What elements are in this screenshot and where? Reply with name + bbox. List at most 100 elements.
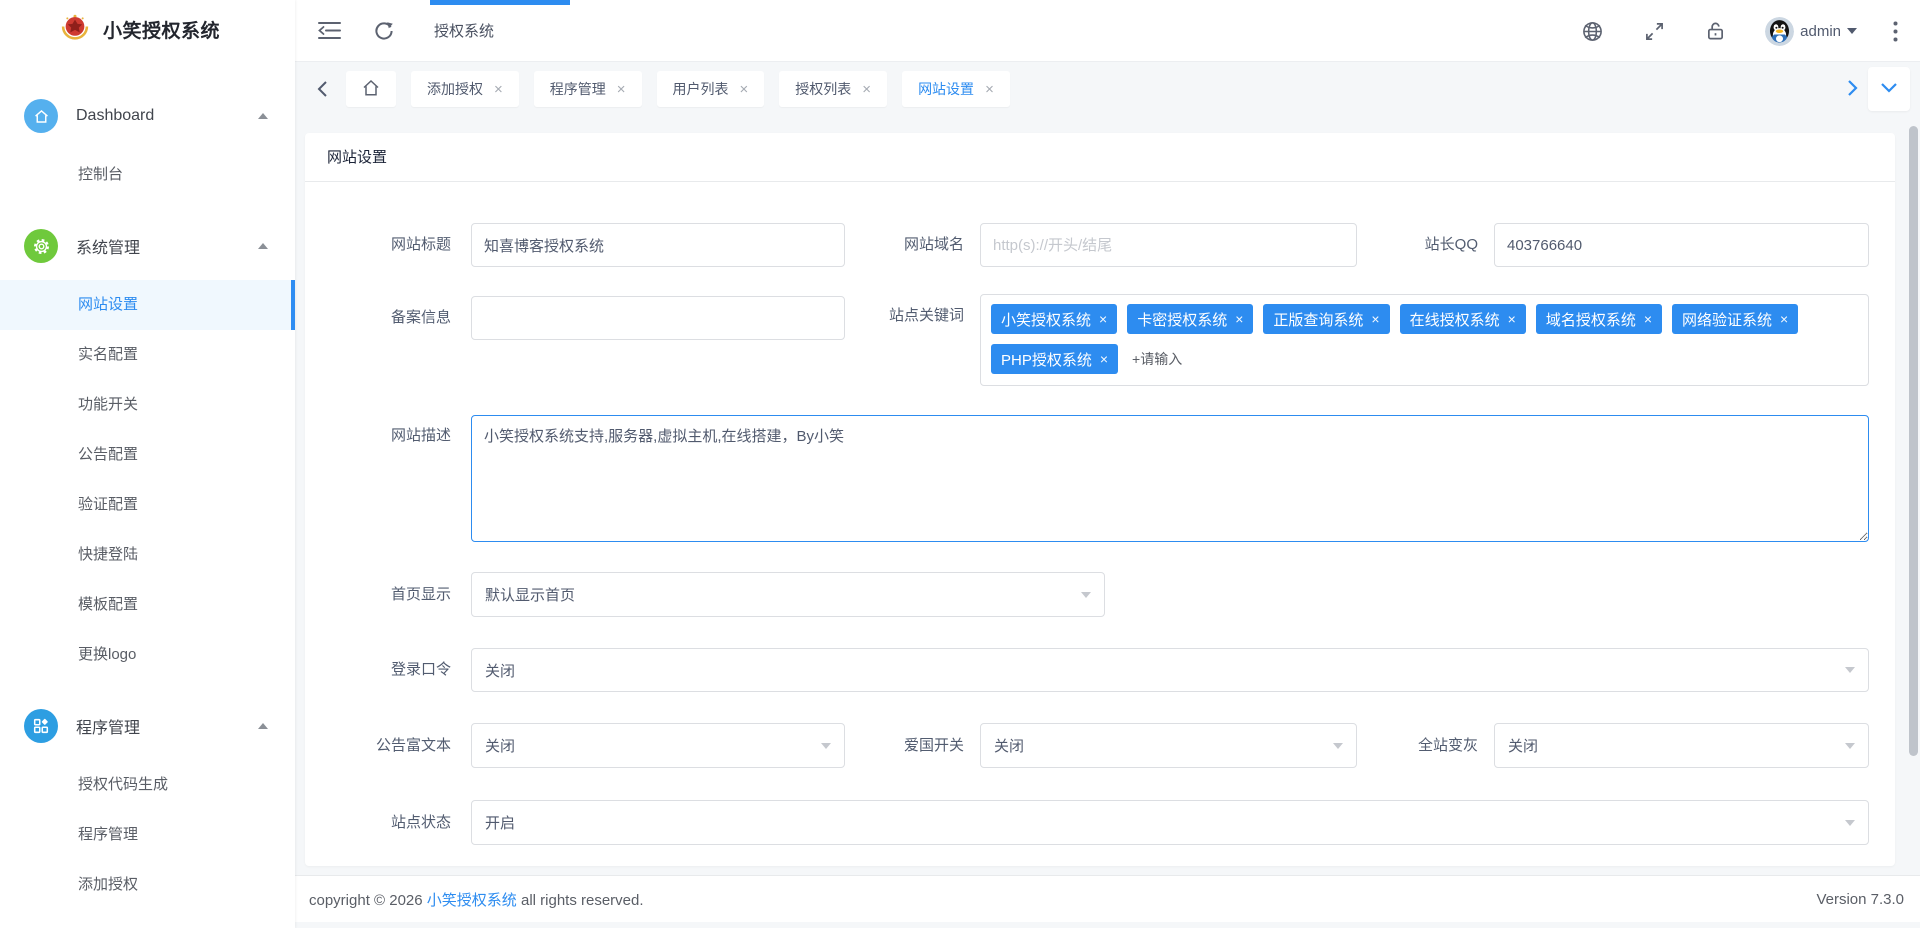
refresh-icon[interactable]: [374, 21, 394, 41]
sidebar-group-label: Dashboard: [76, 107, 258, 125]
version-label: Version 7.3.0: [1816, 891, 1904, 908]
tab-bar: 添加授权 程序管理 用户列表 授权列表 网站设置: [295, 62, 1920, 116]
sidebar-item-feature-switch[interactable]: 功能开关: [0, 380, 295, 430]
top-bar: 授权系统: [295, 0, 1920, 62]
breadcrumb[interactable]: 授权系统: [434, 20, 494, 41]
sidebar-item-program-manage[interactable]: 程序管理: [0, 810, 295, 860]
sidebar-item-announcement-config[interactable]: 公告配置: [0, 430, 295, 480]
site-domain-input[interactable]: [980, 223, 1357, 267]
top-right-actions: admin: [1582, 0, 1920, 62]
tab-label: 添加授权: [427, 79, 483, 99]
sidebar-item-realname-config[interactable]: 实名配置: [0, 330, 295, 380]
announcement-richtext-select[interactable]: 关闭: [471, 723, 845, 768]
site-title-input[interactable]: [471, 223, 845, 267]
home-icon: [24, 99, 58, 133]
kebab-menu-icon[interactable]: [1893, 21, 1898, 42]
sidebar-item-console[interactable]: 控制台: [0, 150, 295, 200]
chevron-left-icon[interactable]: [317, 80, 328, 98]
home-display-value: 默认显示首页: [485, 584, 575, 605]
sidebar: 小笑授权系统 Dashboard 控制台 系统管: [0, 0, 295, 928]
close-icon[interactable]: [740, 82, 749, 97]
keyword-tag[interactable]: 卡密授权系统: [1127, 304, 1253, 334]
close-icon[interactable]: [1235, 312, 1243, 327]
keyword-tag[interactable]: 网络验证系统: [1672, 304, 1798, 334]
blocks-icon: [24, 709, 58, 743]
caret-up-icon: [258, 113, 268, 119]
home-display-select[interactable]: 默认显示首页: [471, 572, 1105, 617]
keyword-tag-label: 卡密授权系统: [1137, 309, 1227, 330]
tab-label: 网站设置: [918, 79, 974, 99]
sidebar-item-add-auth[interactable]: 添加授权: [0, 860, 295, 910]
chevron-down-icon: [1880, 80, 1898, 98]
globe-icon[interactable]: [1582, 21, 1603, 42]
close-icon[interactable]: [1780, 312, 1788, 327]
system-sublist: 网站设置 实名配置 功能开关 公告配置 验证配置 快捷登陆 模板配置 更换log…: [0, 280, 295, 680]
keyword-tag[interactable]: 正版查询系统: [1263, 304, 1389, 334]
sidebar-group-program[interactable]: 程序管理: [0, 698, 295, 754]
tab-label: 授权列表: [795, 79, 851, 99]
tab-program-manage[interactable]: 程序管理: [534, 71, 642, 107]
site-qq-input[interactable]: [1494, 223, 1869, 267]
tab-site-settings[interactable]: 网站设置: [902, 71, 1010, 107]
tab-label: 用户列表: [673, 79, 729, 99]
tab-list-dropdown[interactable]: [1868, 67, 1910, 111]
app-title: 小笑授权系统: [103, 16, 220, 43]
close-icon[interactable]: [862, 82, 871, 97]
icp-info-input[interactable]: [471, 296, 845, 340]
site-gray-label: 全站变灰: [1365, 723, 1478, 768]
home-display-label: 首页显示: [305, 572, 451, 617]
qq-penguin-avatar: [1765, 17, 1794, 46]
patriotic-switch-select[interactable]: 关闭: [980, 723, 1357, 768]
vertical-scrollbar-thumb[interactable]: [1909, 126, 1918, 756]
tab-auth-list[interactable]: 授权列表: [779, 71, 887, 107]
login-password-value: 关闭: [485, 660, 515, 681]
sidebar-item-auth-code-generate[interactable]: 授权代码生成: [0, 760, 295, 810]
close-icon[interactable]: [494, 82, 503, 97]
tab-home[interactable]: [346, 71, 396, 107]
keyword-tag[interactable]: 在线授权系统: [1400, 304, 1526, 334]
dashboard-sublist: 控制台: [0, 150, 295, 200]
tab-user-list[interactable]: 用户列表: [657, 71, 765, 107]
sidebar-item-quick-login[interactable]: 快捷登陆: [0, 530, 295, 580]
footer-brand-link[interactable]: 小笑授权系统: [427, 892, 517, 909]
chevron-right-icon[interactable]: [1847, 79, 1858, 97]
close-icon[interactable]: [1099, 312, 1107, 327]
gear-icon: [24, 229, 58, 263]
copyright: copyright © 2026 小笑授权系统 all rights reser…: [309, 889, 644, 910]
keyword-input[interactable]: +请输入: [1128, 344, 1186, 374]
site-status-select[interactable]: 开启: [471, 800, 1869, 845]
caret-down-icon: [1081, 592, 1091, 598]
close-icon[interactable]: [1100, 352, 1108, 367]
sidebar-nav: Dashboard 控制台 系统管理 网站设置 实名配置 功能开关 公告配置 验…: [0, 88, 295, 910]
close-icon[interactable]: [1508, 312, 1516, 327]
fullscreen-icon[interactable]: [1645, 22, 1664, 41]
site-keywords-box[interactable]: 小笑授权系统 卡密授权系统 正版查询系统 在线授权系统 域名授权系统 网络验证系…: [980, 294, 1869, 386]
unlock-icon[interactable]: [1706, 21, 1725, 41]
sidebar-item-site-settings[interactable]: 网站设置: [0, 280, 295, 330]
keyword-tag[interactable]: 小笑授权系统: [991, 304, 1117, 334]
close-icon[interactable]: [985, 82, 994, 97]
close-icon[interactable]: [1371, 312, 1379, 327]
site-description-textarea[interactable]: 小笑授权系统支持,服务器,虚拟主机,在线搭建，By小笑: [471, 415, 1869, 542]
sidebar-item-verify-config[interactable]: 验证配置: [0, 480, 295, 530]
site-settings-card: 网站设置 网站标题 网站域名 站长QQ 备案信息 站点关键词 小笑授权系统 卡密…: [305, 133, 1895, 866]
sidebar-item-change-logo[interactable]: 更换logo: [0, 630, 295, 680]
keyword-tag[interactable]: 域名授权系统: [1536, 304, 1662, 334]
sidebar-item-template-config[interactable]: 模板配置: [0, 580, 295, 630]
caret-down-icon: [1845, 667, 1855, 673]
close-icon[interactable]: [617, 82, 626, 97]
user-menu[interactable]: admin: [1765, 17, 1857, 46]
tab-add-auth[interactable]: 添加授权: [411, 71, 519, 107]
keyword-tag-label: 正版查询系统: [1273, 309, 1363, 330]
close-icon[interactable]: [1644, 312, 1652, 327]
sidebar-group-dashboard[interactable]: Dashboard: [0, 88, 295, 144]
keyword-tag-label: 域名授权系统: [1546, 309, 1636, 330]
keyword-tag[interactable]: PHP授权系统: [991, 344, 1118, 374]
caret-up-icon: [258, 723, 268, 729]
announcement-richtext-value: 关闭: [485, 735, 515, 756]
logo[interactable]: 小笑授权系统: [0, 0, 295, 58]
menu-fold-icon[interactable]: [318, 21, 341, 40]
sidebar-group-system[interactable]: 系统管理: [0, 218, 295, 274]
site-gray-select[interactable]: 关闭: [1494, 723, 1869, 768]
login-password-select[interactable]: 关闭: [471, 648, 1869, 692]
